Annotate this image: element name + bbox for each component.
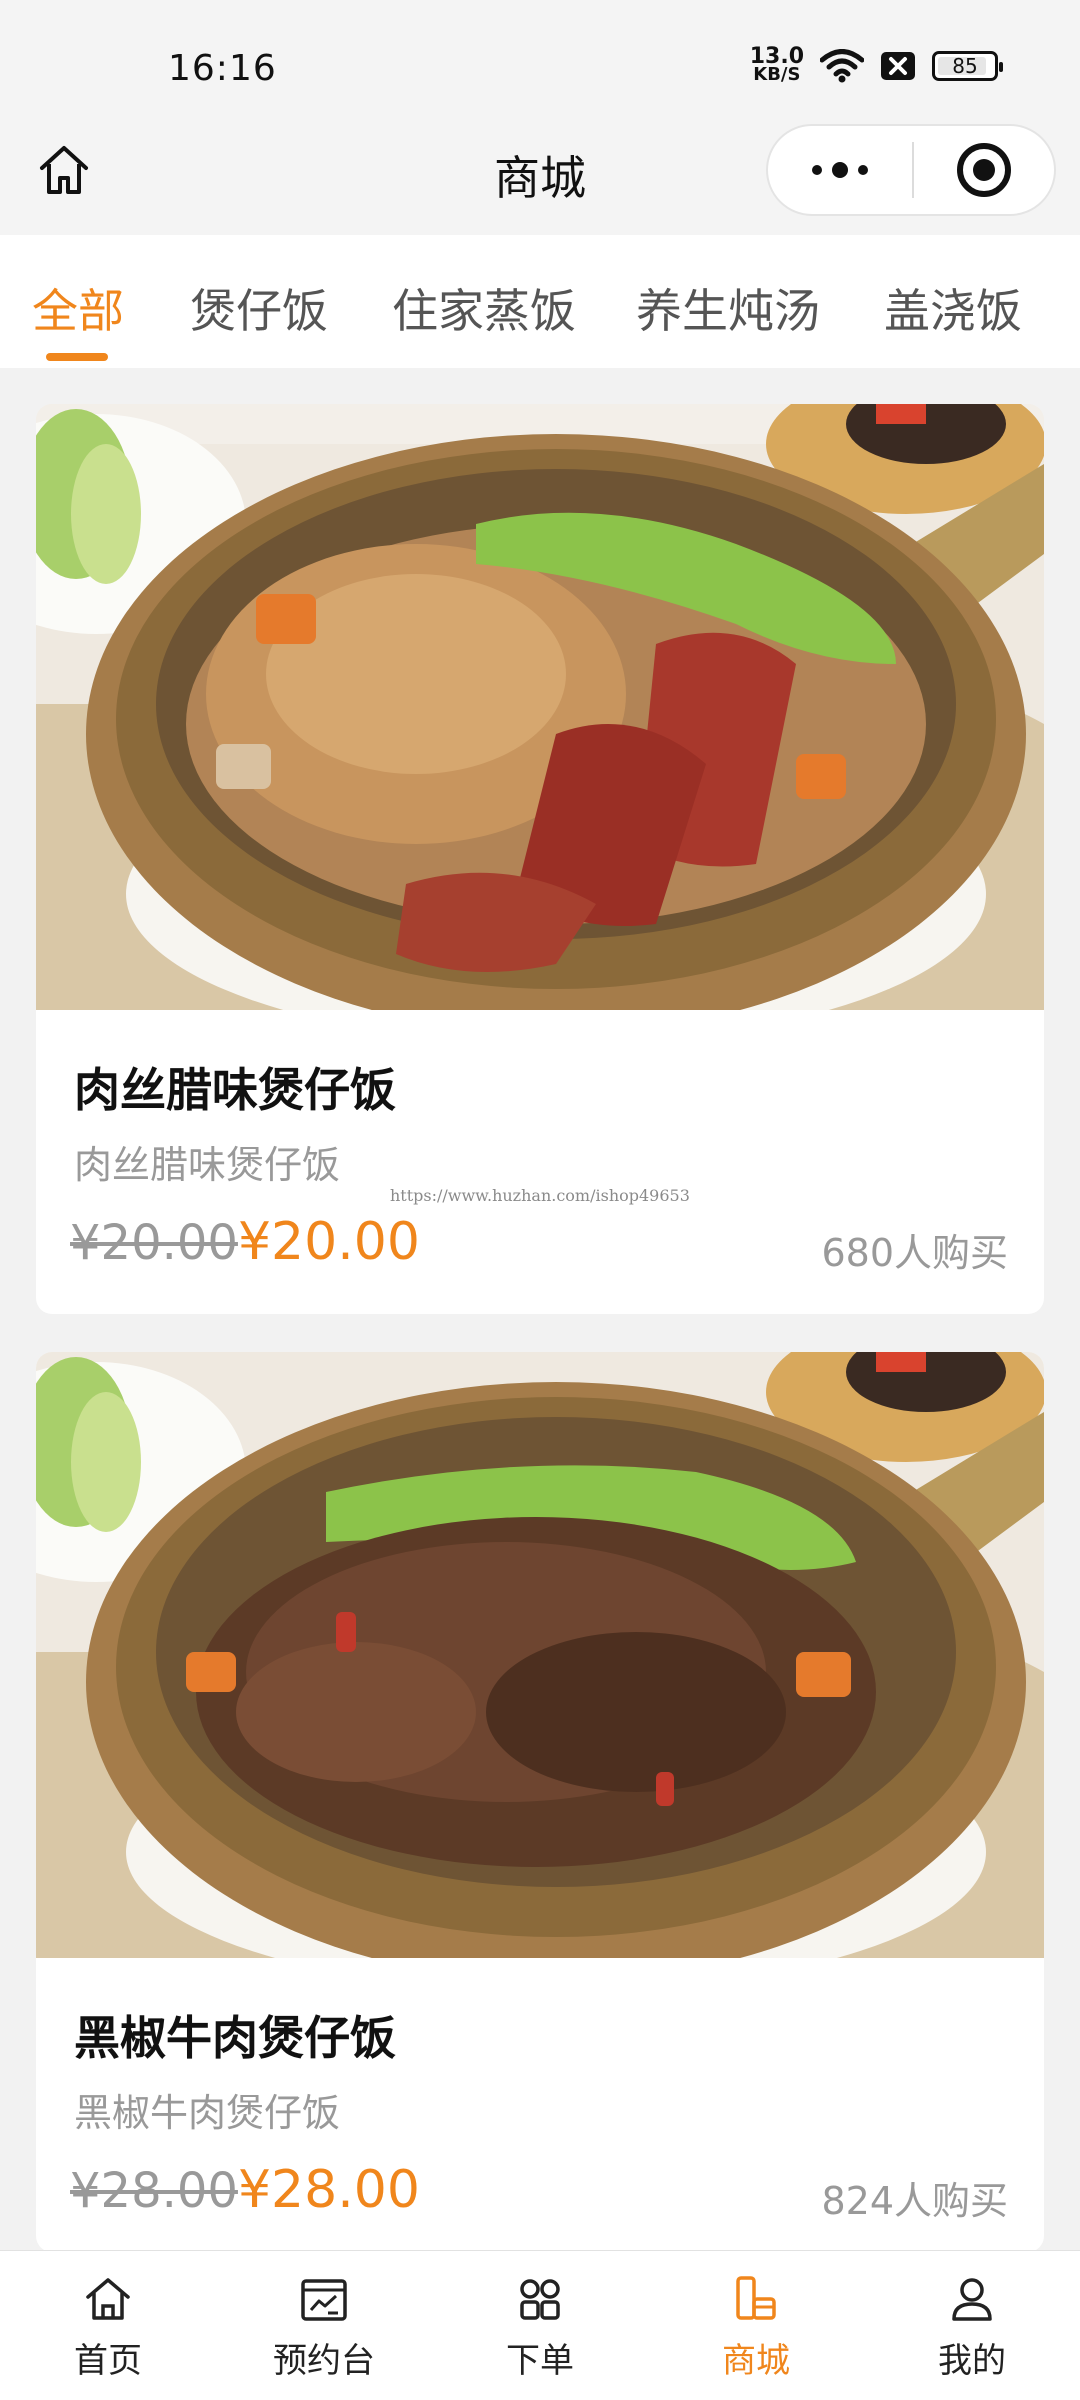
nav-label: 商城	[722, 2341, 790, 2381]
close-button[interactable]	[914, 126, 1054, 214]
sold-count: 824人购买	[821, 2179, 1008, 2223]
nav-home[interactable]: 首页	[0, 2251, 216, 2400]
network-speed: 13.0 KB/S	[750, 46, 804, 85]
status-time: 16:16	[168, 48, 277, 89]
battery-icon: 85	[932, 51, 1003, 81]
nav-booking[interactable]: 预约台	[216, 2251, 432, 2400]
wifi-icon	[820, 49, 864, 83]
calendar-board-icon	[301, 2279, 347, 2321]
target-close-icon	[957, 143, 1011, 197]
price-row: ¥20.00 ¥20.00	[70, 1212, 420, 1272]
status-icons: 13.0 KB/S 85	[750, 46, 1003, 85]
more-dots-icon	[812, 162, 868, 178]
tab-all[interactable]: 全部	[32, 275, 124, 341]
network-speed-unit: KB/S	[753, 64, 801, 85]
sale-price: ¥20.00	[237, 1212, 420, 1272]
bottom-nav: 首页 预约台 下单 商城 我的	[0, 2250, 1080, 2400]
nav-label: 首页	[74, 2341, 142, 2381]
product-image[interactable]	[36, 404, 1044, 1010]
active-tab-indicator	[46, 353, 108, 361]
product-name: 黑椒牛肉煲仔饭	[74, 2011, 396, 2065]
user-icon	[952, 2278, 992, 2321]
tab-rice-bowl[interactable]: 盖浇饭	[884, 275, 1022, 341]
tab-home-steamed-rice[interactable]: 住家蒸饭	[392, 275, 576, 341]
nav-label: 下单	[506, 2341, 574, 2381]
nav-shop[interactable]: 商城	[648, 2251, 864, 2400]
sale-price: ¥28.00	[237, 2160, 420, 2220]
nav-label: 预约台	[273, 2341, 375, 2381]
product-card[interactable]: 黑椒牛肉煲仔饭 黑椒牛肉煲仔饭 ¥28.00 ¥28.00 824人购买	[36, 1352, 1044, 2252]
product-description: 肉丝腊味煲仔饭	[74, 1143, 341, 1187]
product-image[interactable]	[36, 1352, 1044, 1958]
battery-level: 85	[952, 54, 978, 78]
product-card[interactable]: 肉丝腊味煲仔饭 肉丝腊味煲仔饭 https://www.huzhan.com/i…	[36, 404, 1044, 1314]
product-name: 肉丝腊味煲仔饭	[74, 1063, 396, 1117]
home-icon	[86, 2278, 130, 2320]
grid-icon	[520, 2279, 560, 2320]
category-tabs: 全部 煲仔饭 住家蒸饭 养生炖汤 盖浇饭	[0, 235, 1080, 368]
tab-nourishing-soup[interactable]: 养生炖汤	[636, 275, 820, 341]
more-button[interactable]	[768, 126, 912, 214]
nav-order[interactable]: 下单	[432, 2251, 648, 2400]
no-sim-icon	[880, 51, 916, 81]
sold-count: 680人购买	[821, 1231, 1008, 1275]
price-row: ¥28.00 ¥28.00	[70, 2160, 420, 2220]
mini-program-capsule	[766, 124, 1056, 216]
status-bar: 16:16 13.0 KB/S 85	[0, 0, 1080, 130]
original-price: ¥20.00	[70, 1215, 238, 1271]
product-description: 黑椒牛肉煲仔饭	[74, 2091, 341, 2135]
shop-icon	[736, 2276, 776, 2320]
original-price: ¥28.00	[70, 2163, 238, 2219]
nav-profile[interactable]: 我的	[864, 2251, 1080, 2400]
nav-label: 我的	[938, 2341, 1006, 2381]
tab-claypot-rice[interactable]: 煲仔饭	[190, 275, 328, 341]
watermark-text: https://www.huzhan.com/ishop49653	[390, 1186, 690, 1205]
